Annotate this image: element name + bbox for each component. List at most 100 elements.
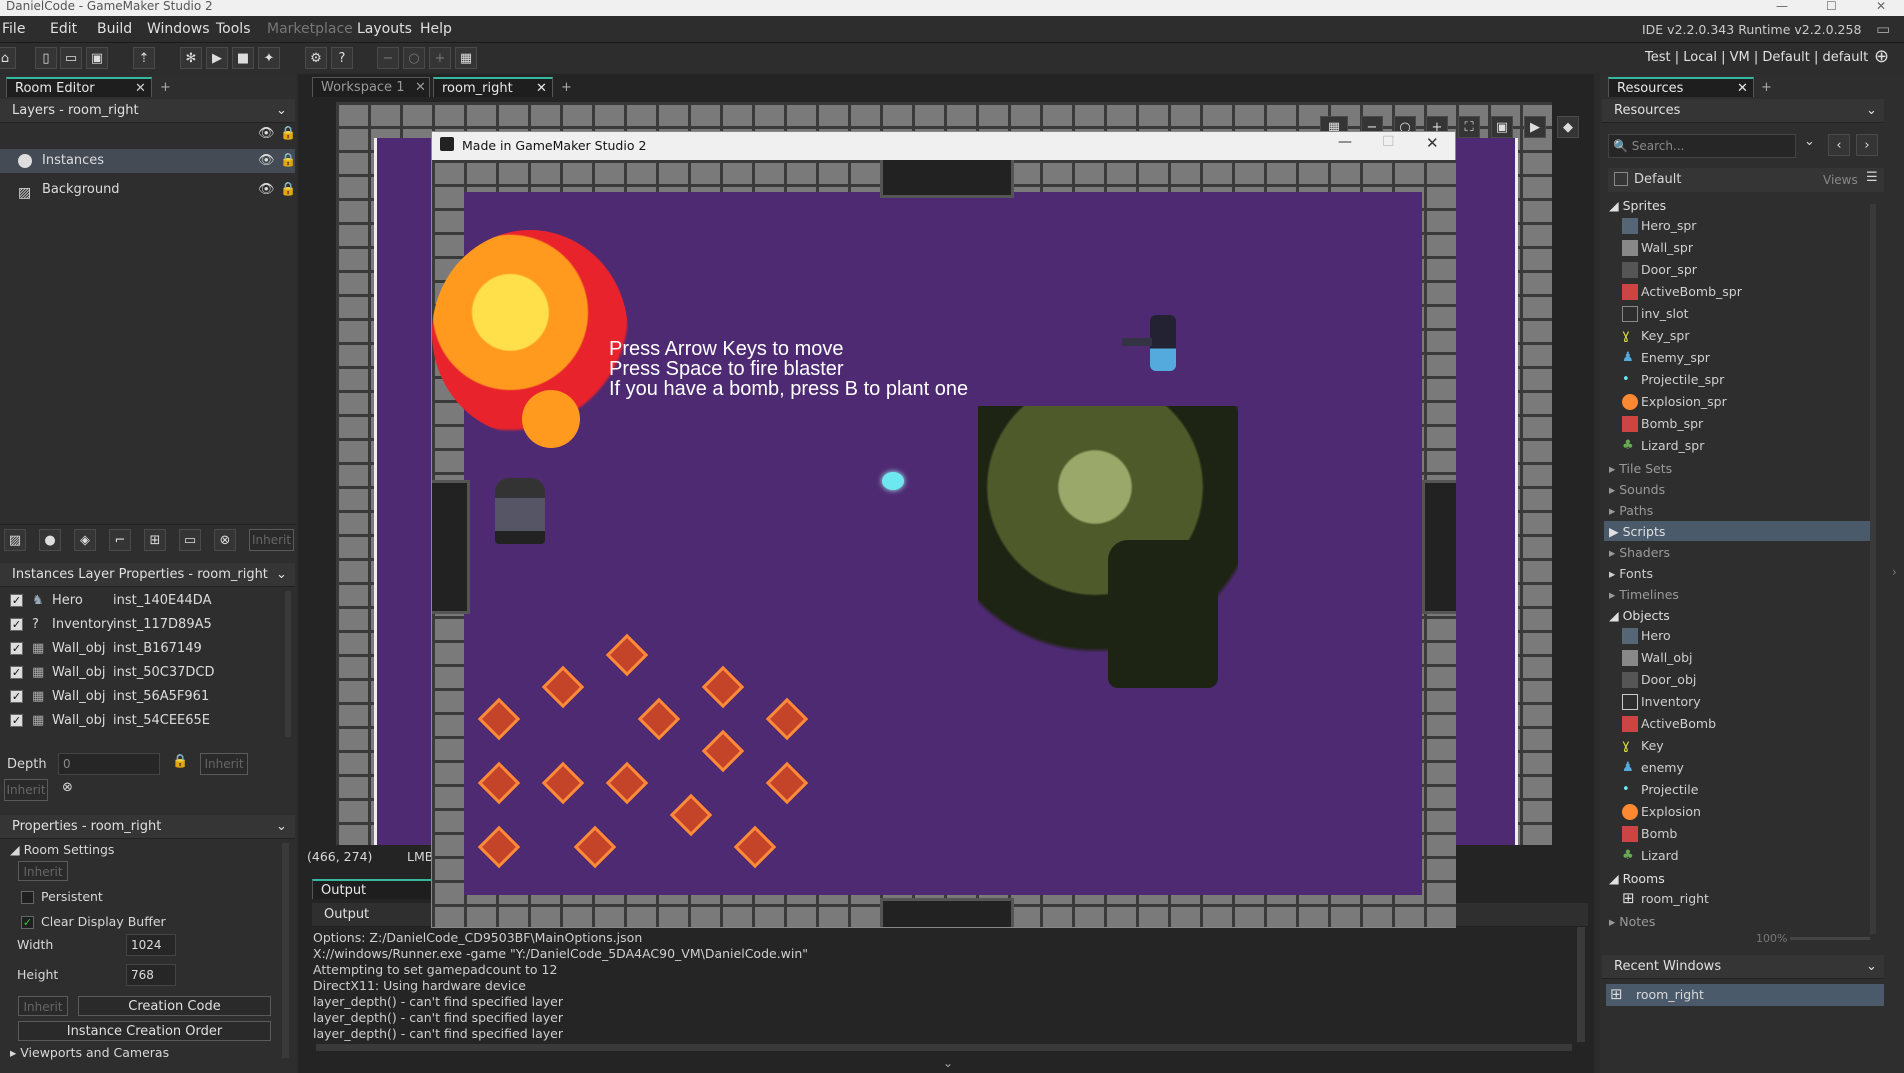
frame-icon[interactable]: ▣	[1491, 116, 1513, 138]
resource-item[interactable]: room_right	[1641, 891, 1709, 906]
instance-checkbox[interactable]: ✓	[10, 642, 23, 655]
menu-help[interactable]: Help	[420, 21, 452, 37]
viewports-toggle[interactable]: ▸ Viewports and Cameras	[10, 1045, 169, 1060]
play-icon[interactable]: ▶	[1524, 116, 1546, 138]
menu-tools[interactable]: Tools	[216, 21, 251, 37]
game-maximize-button[interactable]: ☐	[1382, 134, 1395, 150]
minimize-button[interactable]: —	[1776, 0, 1788, 13]
add-instance-layer-icon[interactable]: ●	[39, 529, 61, 551]
lock-icon[interactable]: 🔒	[280, 178, 296, 202]
menu-layouts[interactable]: Layouts	[357, 21, 412, 37]
list-item[interactable]: ✓ ♞ Hero inst_140E44DA	[0, 589, 286, 613]
instance-checkbox[interactable]: ✓	[10, 666, 23, 679]
persistent-checkbox[interactable]	[21, 891, 34, 904]
instance-checkbox[interactable]: ✓	[10, 714, 23, 727]
close-tab-icon[interactable]: ✕	[135, 79, 146, 99]
fullscreen-icon[interactable]: ⛶	[1458, 116, 1480, 138]
close-tab-icon[interactable]: ✕	[536, 79, 547, 99]
tab-room-editor[interactable]: Room Editor ✕	[6, 77, 152, 97]
zoom-reset-icon[interactable]: ○	[403, 47, 425, 69]
list-item[interactable]: ✓ ▦ Wall_obj inst_56A5F961	[0, 685, 286, 709]
resource-item[interactable]: Lizard	[1641, 848, 1679, 863]
eye-icon[interactable]: 👁	[258, 178, 275, 202]
add-folder-icon[interactable]: ▭	[179, 529, 201, 551]
resource-item[interactable]: Wall_spr	[1641, 240, 1693, 255]
inherit-room-button[interactable]: Inherit	[18, 861, 68, 881]
folder-fonts[interactable]: ▸ Fonts	[1609, 566, 1653, 581]
list-item[interactable]: ✓ ▦ Wall_obj inst_54CEE65E	[0, 709, 286, 733]
add-path-layer-icon[interactable]: ⌐	[109, 529, 131, 551]
menu-marketplace[interactable]: Marketplace	[267, 21, 353, 37]
list-item[interactable]: ✓ ▦ Wall_obj inst_50C37DCD	[0, 661, 286, 685]
folder-notes[interactable]: ▸ Notes	[1609, 914, 1655, 929]
game-minimize-button[interactable]: —	[1338, 134, 1352, 150]
room-height-input[interactable]: 768	[126, 964, 176, 986]
tab-output[interactable]: Output	[312, 879, 436, 899]
layer-instances[interactable]: Instances 👁 🔒	[0, 149, 296, 173]
inherit-depth-button[interactable]: Inherit	[200, 753, 248, 775]
new-project-icon[interactable]: ▯	[35, 47, 57, 69]
eraser-icon[interactable]: ◆	[1557, 116, 1579, 138]
close-tab-icon[interactable]: ✕	[415, 78, 426, 98]
visibility-all-icon[interactable]: 👁	[258, 126, 275, 141]
add-asset-layer-icon[interactable]: ⊞	[144, 529, 166, 551]
views-label[interactable]: Views	[1823, 173, 1858, 187]
folder-sprites[interactable]: ◢ Sprites	[1609, 198, 1666, 213]
target-bar[interactable]: Test | Local | VM | Default | default	[1645, 50, 1868, 65]
open-project-icon[interactable]: ▭	[60, 47, 82, 69]
save-icon[interactable]: ▣	[86, 47, 108, 69]
menu-file[interactable]: File	[2, 21, 25, 37]
folder-paths[interactable]: ▸ Paths	[1609, 503, 1653, 518]
inherit-instances-button[interactable]: Inherit	[4, 779, 48, 801]
instance-list-scrollbar[interactable]	[285, 591, 291, 737]
instances-layer-header[interactable]: Instances Layer Properties - room_right …	[0, 563, 295, 587]
inherit-layer-button[interactable]: Inherit	[249, 529, 294, 551]
folder-objects[interactable]: ◢ Objects	[1609, 608, 1670, 623]
instance-checkbox[interactable]: ✓	[10, 618, 23, 631]
inherit-code-button[interactable]: Inherit	[18, 996, 68, 1016]
group-bar[interactable]: Default Views ☰	[1608, 168, 1884, 192]
game-close-button[interactable]: ✕	[1426, 134, 1439, 152]
instance-checkbox[interactable]: ✓	[10, 594, 23, 607]
resource-item[interactable]: Enemy_spr	[1641, 350, 1710, 365]
properties-scrollbar[interactable]	[282, 843, 289, 1058]
resource-item[interactable]: Door_spr	[1641, 262, 1697, 277]
zoom-slider[interactable]	[1790, 937, 1870, 940]
resource-item[interactable]: ActiveBomb	[1641, 716, 1716, 731]
resource-item[interactable]: Hero_spr	[1641, 218, 1696, 233]
resource-item[interactable]: Explosion	[1641, 804, 1701, 819]
chevron-down-icon[interactable]: ⌄	[276, 815, 287, 839]
resource-item[interactable]: Key	[1641, 738, 1664, 753]
zoom-out-icon[interactable]: −	[377, 47, 399, 69]
collapse-right-icon[interactable]: ›	[1892, 565, 1897, 579]
lock-icon[interactable]: 🔒	[280, 149, 296, 173]
add-background-layer-icon[interactable]: ▨	[4, 529, 26, 551]
folder-rooms[interactable]: ◢ Rooms	[1609, 871, 1665, 886]
output-hscrollbar[interactable]	[316, 1044, 1572, 1051]
resource-item[interactable]: Bomb	[1641, 826, 1677, 841]
settings-icon[interactable]: ⚙	[305, 47, 327, 69]
search-input[interactable]: 🔍 Search...	[1608, 134, 1796, 158]
resource-item[interactable]: Bomb_spr	[1641, 416, 1703, 431]
menu-build[interactable]: Build	[97, 21, 132, 37]
add-tab-icon[interactable]: +	[561, 80, 572, 95]
folder-sounds[interactable]: ▸ Sounds	[1609, 482, 1665, 497]
target-settings-icon[interactable]: ⊕	[1874, 46, 1889, 67]
folder-timelines[interactable]: ▸ Timelines	[1609, 587, 1679, 602]
resource-item[interactable]: inv_slot	[1641, 306, 1689, 321]
chevron-down-icon[interactable]: ⌄	[1866, 99, 1877, 123]
close-tab-icon[interactable]: ✕	[1737, 79, 1748, 99]
help-icon[interactable]: ?	[331, 47, 353, 69]
delete-layer-icon[interactable]: ⊗	[214, 529, 236, 551]
folder-scripts-selected[interactable]: ▶ Scripts	[1604, 521, 1872, 541]
folder-scripts[interactable]: ▶ Scripts	[1609, 524, 1665, 539]
resource-item[interactable]: Projectile_spr	[1641, 372, 1724, 387]
resource-item[interactable]: Lizard_spr	[1641, 438, 1704, 453]
lock-icon[interactable]: 🔒	[172, 754, 188, 769]
room-width-input[interactable]: 1024	[126, 934, 176, 956]
grid-icon[interactable]: ▦	[455, 47, 477, 69]
layer-background[interactable]: ▨ Background 👁 🔒	[0, 178, 296, 202]
menu-edit[interactable]: Edit	[50, 21, 77, 37]
add-tab-icon[interactable]: +	[1761, 80, 1772, 95]
recent-windows-header[interactable]: Recent Windows ⌄	[1602, 955, 1884, 979]
